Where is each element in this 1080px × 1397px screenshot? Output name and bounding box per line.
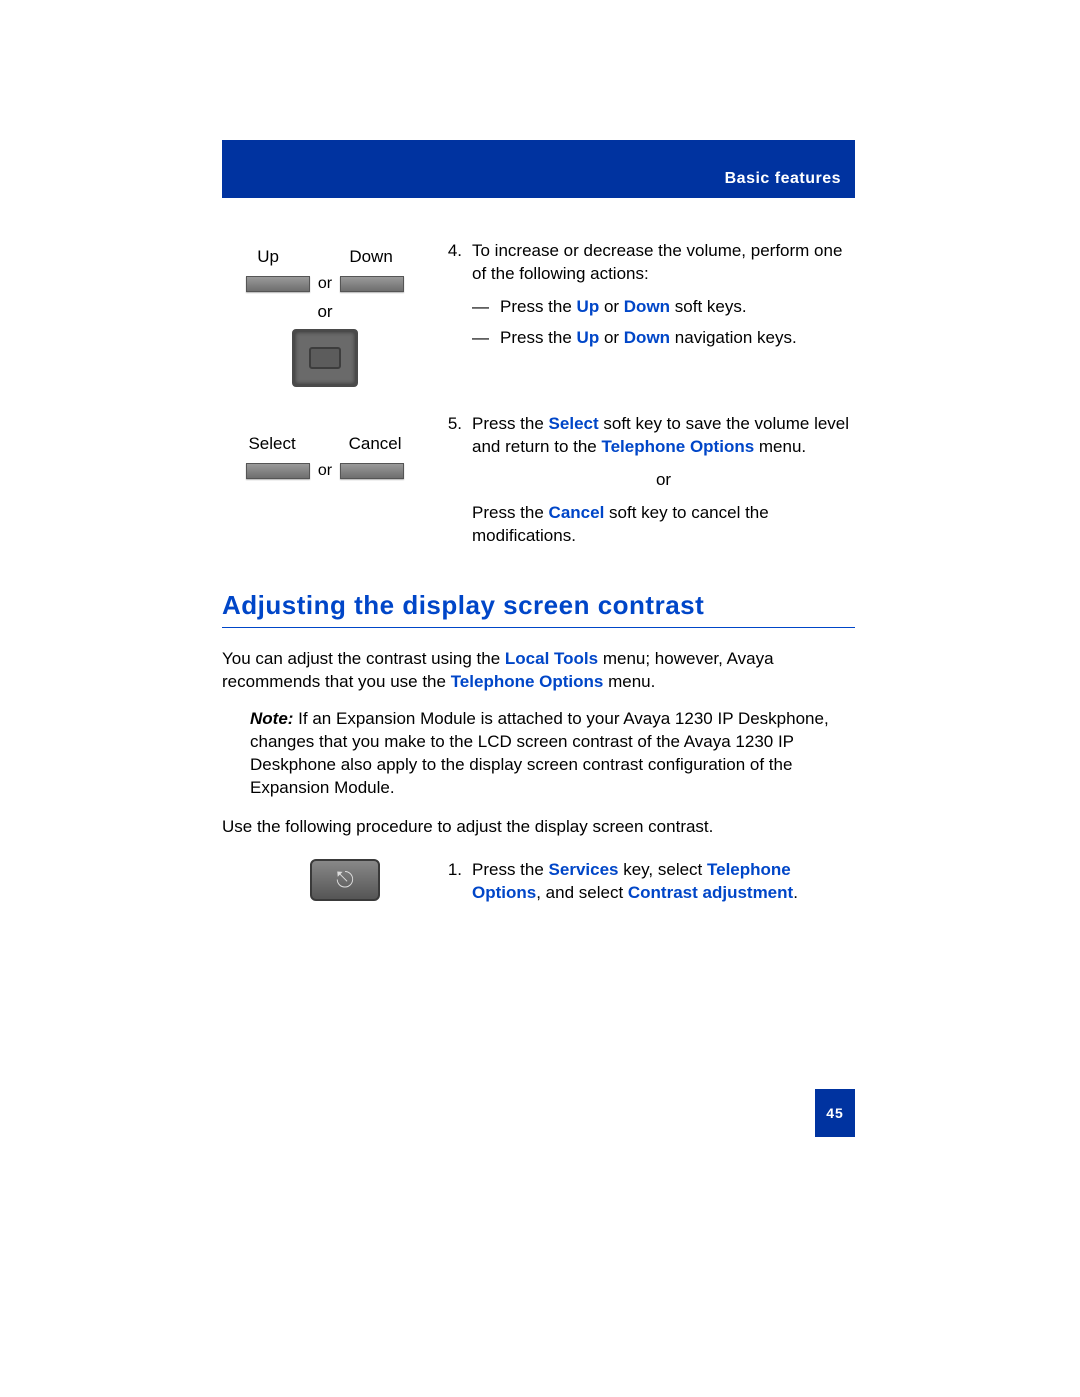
emphasis: Local Tools bbox=[505, 649, 598, 668]
step-number: 5. bbox=[436, 413, 472, 548]
dash-list: — Press the Up or Down soft keys. — Pres… bbox=[472, 296, 855, 350]
content-area: Up Down or or 4. bbox=[222, 240, 855, 931]
down-label: Down bbox=[349, 246, 392, 269]
proc-step-1: ⎋ 1. Press the Services key, select Tele… bbox=[222, 859, 855, 905]
softkey-icon bbox=[246, 463, 310, 479]
navigation-pad-icon bbox=[292, 329, 358, 387]
emphasis: Telephone Options bbox=[601, 437, 754, 456]
step-5-p2: Press the Cancel soft key to cancel the … bbox=[472, 502, 855, 548]
emphasis: Contrast adjustment bbox=[628, 883, 793, 902]
softkeys-lower: or bbox=[222, 460, 428, 482]
up-label: Up bbox=[257, 246, 279, 269]
header-section-label: Basic features bbox=[725, 168, 841, 190]
step-4-text-col: 4. To increase or decrease the volume, p… bbox=[428, 240, 855, 358]
dash-icon: — bbox=[472, 327, 500, 350]
softkey-icon bbox=[246, 276, 310, 292]
bullet-text: Press the Up or Down soft keys. bbox=[500, 296, 747, 319]
step-5-p1: Press the Select soft key to save the vo… bbox=[472, 413, 855, 459]
softkey-labels-row: Up Down bbox=[222, 246, 428, 269]
services-key-col: ⎋ bbox=[222, 859, 428, 901]
emphasis: Telephone Options bbox=[451, 672, 604, 691]
dash-item: — Press the Up or Down soft keys. bbox=[472, 296, 855, 319]
emphasis: Cancel bbox=[549, 503, 605, 522]
globe-icon: ⎋ bbox=[336, 865, 353, 895]
step-number: 1. bbox=[436, 859, 472, 905]
section-heading: Adjusting the display screen contrast bbox=[222, 588, 855, 628]
softkey-icon bbox=[340, 463, 404, 479]
cancel-label: Cancel bbox=[349, 433, 402, 456]
header-bar: Basic features bbox=[222, 140, 855, 198]
step-5-text-col: 5. Press the Select soft key to save the… bbox=[428, 413, 855, 548]
procedure-intro: Use the following procedure to adjust th… bbox=[222, 816, 855, 839]
page-number: 45 bbox=[815, 1089, 855, 1137]
or-label: or bbox=[222, 301, 428, 324]
step-5-graphic-col: Select Cancel or bbox=[222, 413, 428, 482]
emphasis: Down bbox=[624, 297, 670, 316]
nav-pad-wrap bbox=[222, 329, 428, 387]
or-label: or bbox=[472, 469, 855, 492]
note-body: If an Expansion Module is attached to yo… bbox=[250, 709, 829, 797]
bullet-text: Press the Up or Down navigation keys. bbox=[500, 327, 797, 350]
navigation-pad-center-icon bbox=[309, 347, 341, 369]
dash-icon: — bbox=[472, 296, 500, 319]
intro-paragraph: You can adjust the contrast using the Lo… bbox=[222, 648, 855, 694]
emphasis: Up bbox=[577, 328, 600, 347]
or-label: or bbox=[318, 273, 332, 295]
note-block: Note: If an Expansion Module is attached… bbox=[250, 708, 855, 800]
softkey-labels-row: Select Cancel bbox=[222, 433, 428, 456]
or-label: or bbox=[318, 460, 332, 482]
softkeys-upper: or bbox=[222, 273, 428, 295]
emphasis: Services bbox=[549, 860, 619, 879]
select-label: Select bbox=[248, 433, 295, 456]
emphasis: Up bbox=[577, 297, 600, 316]
step-5: Select Cancel or 5. Press the Select sof… bbox=[222, 413, 855, 548]
document-page: Basic features Up Down or or bbox=[0, 0, 1080, 1397]
emphasis: Select bbox=[549, 414, 599, 433]
proc-step-1-text: 1. Press the Services key, select Teleph… bbox=[428, 859, 855, 905]
emphasis: Down bbox=[624, 328, 670, 347]
step-4-lead: To increase or decrease the volume, perf… bbox=[472, 240, 855, 286]
step-number: 4. bbox=[436, 240, 472, 358]
step-4: Up Down or or 4. bbox=[222, 240, 855, 387]
services-key-icon: ⎋ bbox=[310, 859, 380, 901]
note-label: Note: bbox=[250, 709, 293, 728]
step-4-graphic-col: Up Down or or bbox=[222, 240, 428, 387]
softkey-icon bbox=[340, 276, 404, 292]
dash-item: — Press the Up or Down navigation keys. bbox=[472, 327, 855, 350]
